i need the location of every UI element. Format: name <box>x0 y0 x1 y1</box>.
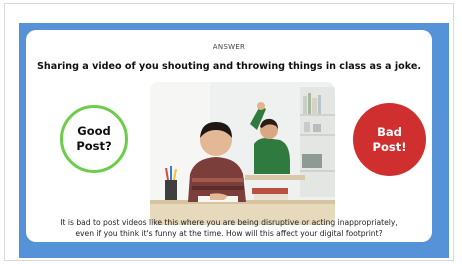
answer-card: ANSWER Sharing a video of you shouting a… <box>26 30 432 242</box>
answer-label: ANSWER <box>212 43 246 51</box>
good-post-line2: Post? <box>76 139 112 153</box>
good-post-option: Good Post? <box>60 105 128 173</box>
bad-post-line1: Bad <box>377 124 402 139</box>
explanation-line1: It is bad to post videos like this where… <box>60 218 398 227</box>
explanation-text: It is bad to post videos like this where… <box>26 217 432 239</box>
question-text: Sharing a video of you shouting and thro… <box>37 61 421 72</box>
bad-post-line2: Post! <box>372 139 407 154</box>
classroom-photo <box>150 82 335 225</box>
explanation-line2: even if you think it's funny at the time… <box>75 229 383 238</box>
good-post-line1: Good <box>77 124 111 138</box>
bad-post-option: Bad Post! <box>353 103 426 176</box>
